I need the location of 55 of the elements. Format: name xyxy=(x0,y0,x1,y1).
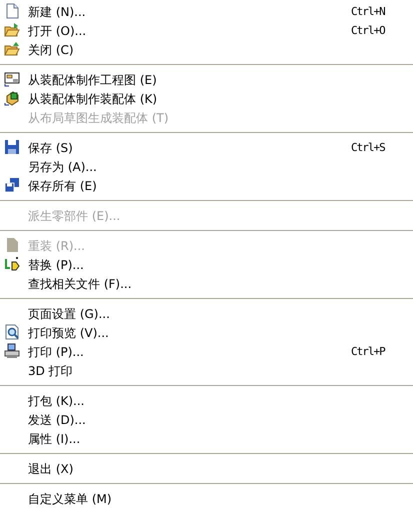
menu-item[interactable]: 自定义菜单 (M) xyxy=(0,489,413,508)
page-icon xyxy=(4,237,20,253)
shortcut-label: Ctrl+S xyxy=(351,142,386,153)
menu-item-label: 页面设置 (G)... xyxy=(28,308,110,320)
menu-item[interactable]: 关闭 (C) xyxy=(0,40,413,59)
shortcut-label: Ctrl+O xyxy=(351,25,386,36)
menu-item-label: 从装配体制作工程图 (E) xyxy=(28,74,157,86)
swap-icon xyxy=(4,256,20,272)
menu-item[interactable]: 从装配体制作装配体 (K) xyxy=(0,89,413,108)
menu-item[interactable]: 新建 (N)... Ctrl+N xyxy=(0,2,413,21)
menu-item-label: 另存为 (A)... xyxy=(28,160,97,172)
drawing-sheet-icon xyxy=(4,71,20,87)
menu-item[interactable]: 打印预览 (V)... xyxy=(0,323,413,342)
menu-item[interactable]: 替换 (P)... xyxy=(0,255,413,274)
assembly-icon xyxy=(4,90,20,106)
menu-item[interactable]: 保存 (S) Ctrl+S xyxy=(0,138,413,157)
menu-item[interactable]: 打包 (K)... xyxy=(0,391,413,410)
menu-item-label: 自定义菜单 (M) xyxy=(28,492,112,504)
menu-item-label: 打印预览 (V)... xyxy=(28,326,109,338)
menu-item[interactable]: 打开 (O)... Ctrl+O xyxy=(0,21,413,40)
folder-icon xyxy=(4,22,20,38)
menu-item-label: 派生零部件 (E)... xyxy=(28,210,120,222)
folder-icon xyxy=(4,41,20,57)
shortcut-label: Ctrl+N xyxy=(351,6,386,17)
menu-item-label: 重装 (R)... xyxy=(28,240,85,252)
menu-item-label: 从布局草图生成装配体 (T) xyxy=(28,112,169,124)
printer-icon xyxy=(4,343,20,359)
menu-item-label: 退出 (X) xyxy=(28,462,74,474)
menu-item-label: 属性 (I)... xyxy=(28,432,80,444)
file-icon xyxy=(4,3,20,19)
menu-item-label: 替换 (P)... xyxy=(28,258,84,270)
magnifier-icon xyxy=(4,324,20,340)
menu-item[interactable]: 打印 (P)... Ctrl+P xyxy=(0,342,413,361)
menu-item-label: 保存 (S) xyxy=(28,142,73,154)
menu-item-label: 关闭 (C) xyxy=(28,44,74,56)
menu-item[interactable]: 从装配体制作工程图 (E) xyxy=(0,70,413,89)
shortcut-label: Ctrl+P xyxy=(351,346,386,357)
menu-item[interactable]: 属性 (I)... xyxy=(0,429,413,448)
menu-item-label: 打包 (K)... xyxy=(28,394,84,406)
menu-item[interactable]: 另存为 (A)... xyxy=(0,157,413,176)
menu-item[interactable]: 页面设置 (G)... xyxy=(0,304,413,323)
menu-item-label: 保存所有 (E) xyxy=(28,180,97,192)
menu-item-label: 3D 打印 xyxy=(28,364,73,376)
menu-item-label: 查找相关文件 (F)... xyxy=(28,278,132,290)
menu-item-label: 新建 (N)... xyxy=(28,6,86,18)
menu-item[interactable]: 发送 (D)... xyxy=(0,410,413,429)
menu-item[interactable]: 保存所有 (E) xyxy=(0,176,413,195)
floppy-disks-icon xyxy=(4,177,20,193)
menu-item[interactable]: 3D 打印 xyxy=(0,361,413,380)
menu-item-label: 打开 (O)... xyxy=(28,24,86,36)
menu-item[interactable]: 退出 (X) xyxy=(0,459,413,478)
menu-item[interactable]: 查找相关文件 (F)... xyxy=(0,274,413,293)
menu-item-label: 从装配体制作装配体 (K) xyxy=(28,92,158,104)
menu-item-label: 打印 (P)... xyxy=(28,346,84,358)
menu-item-label: 发送 (D)... xyxy=(28,414,86,426)
